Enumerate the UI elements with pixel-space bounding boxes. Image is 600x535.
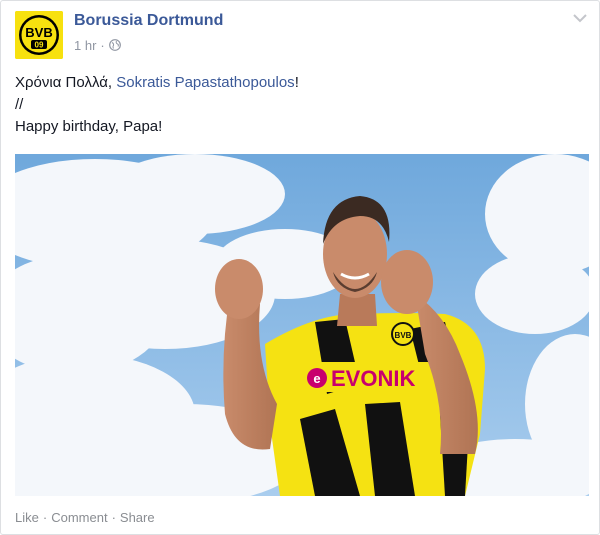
meta-separator: · bbox=[100, 37, 105, 53]
post-timestamp[interactable]: 1 hr bbox=[74, 38, 96, 53]
logo-number: 09 bbox=[35, 41, 44, 50]
like-button[interactable]: Like bbox=[15, 510, 39, 525]
message-line-2: // bbox=[15, 96, 24, 113]
comment-button[interactable]: Comment bbox=[51, 510, 107, 525]
message-line-1: Χρόνια Πολλά, Sokratis Papastathopoulos! bbox=[15, 72, 585, 94]
action-separator: · bbox=[42, 510, 48, 525]
action-separator: · bbox=[111, 510, 116, 525]
logo-text: BVB bbox=[25, 25, 52, 40]
sponsor-logo: EVONIK bbox=[331, 366, 415, 391]
page-name-link[interactable]: Borussia Dortmund bbox=[74, 12, 223, 30]
message-line-3: Happy birthday, Papa! bbox=[15, 118, 163, 135]
crest-text: BVB bbox=[395, 331, 412, 340]
bvb-logo-icon: BVB 09 bbox=[15, 11, 63, 59]
svg-text:e: e bbox=[313, 371, 320, 386]
greeting-suffix: ! bbox=[294, 74, 299, 91]
chevron-down-icon[interactable] bbox=[573, 13, 587, 23]
player-photo-image: e EVONIK BVB bbox=[15, 154, 589, 496]
post-photo[interactable]: e EVONIK BVB bbox=[15, 154, 589, 496]
share-button[interactable]: Share bbox=[120, 510, 155, 525]
greeting-text: Χρόνια Πολλά, bbox=[15, 74, 117, 91]
post-message: Χρόνια Πολλά, Sokratis Papastathopoulos!… bbox=[15, 72, 585, 138]
mention-link[interactable]: Sokratis Papastathopoulos bbox=[116, 74, 294, 91]
globe-icon[interactable] bbox=[108, 39, 121, 51]
post-meta: 1 hr · bbox=[74, 37, 121, 53]
facebook-post: BVB 09 Borussia Dortmund 1 hr · Χρόνια Π… bbox=[0, 0, 600, 535]
page-avatar[interactable]: BVB 09 bbox=[15, 11, 63, 59]
post-actions: Like · Comment · Share bbox=[15, 510, 155, 525]
